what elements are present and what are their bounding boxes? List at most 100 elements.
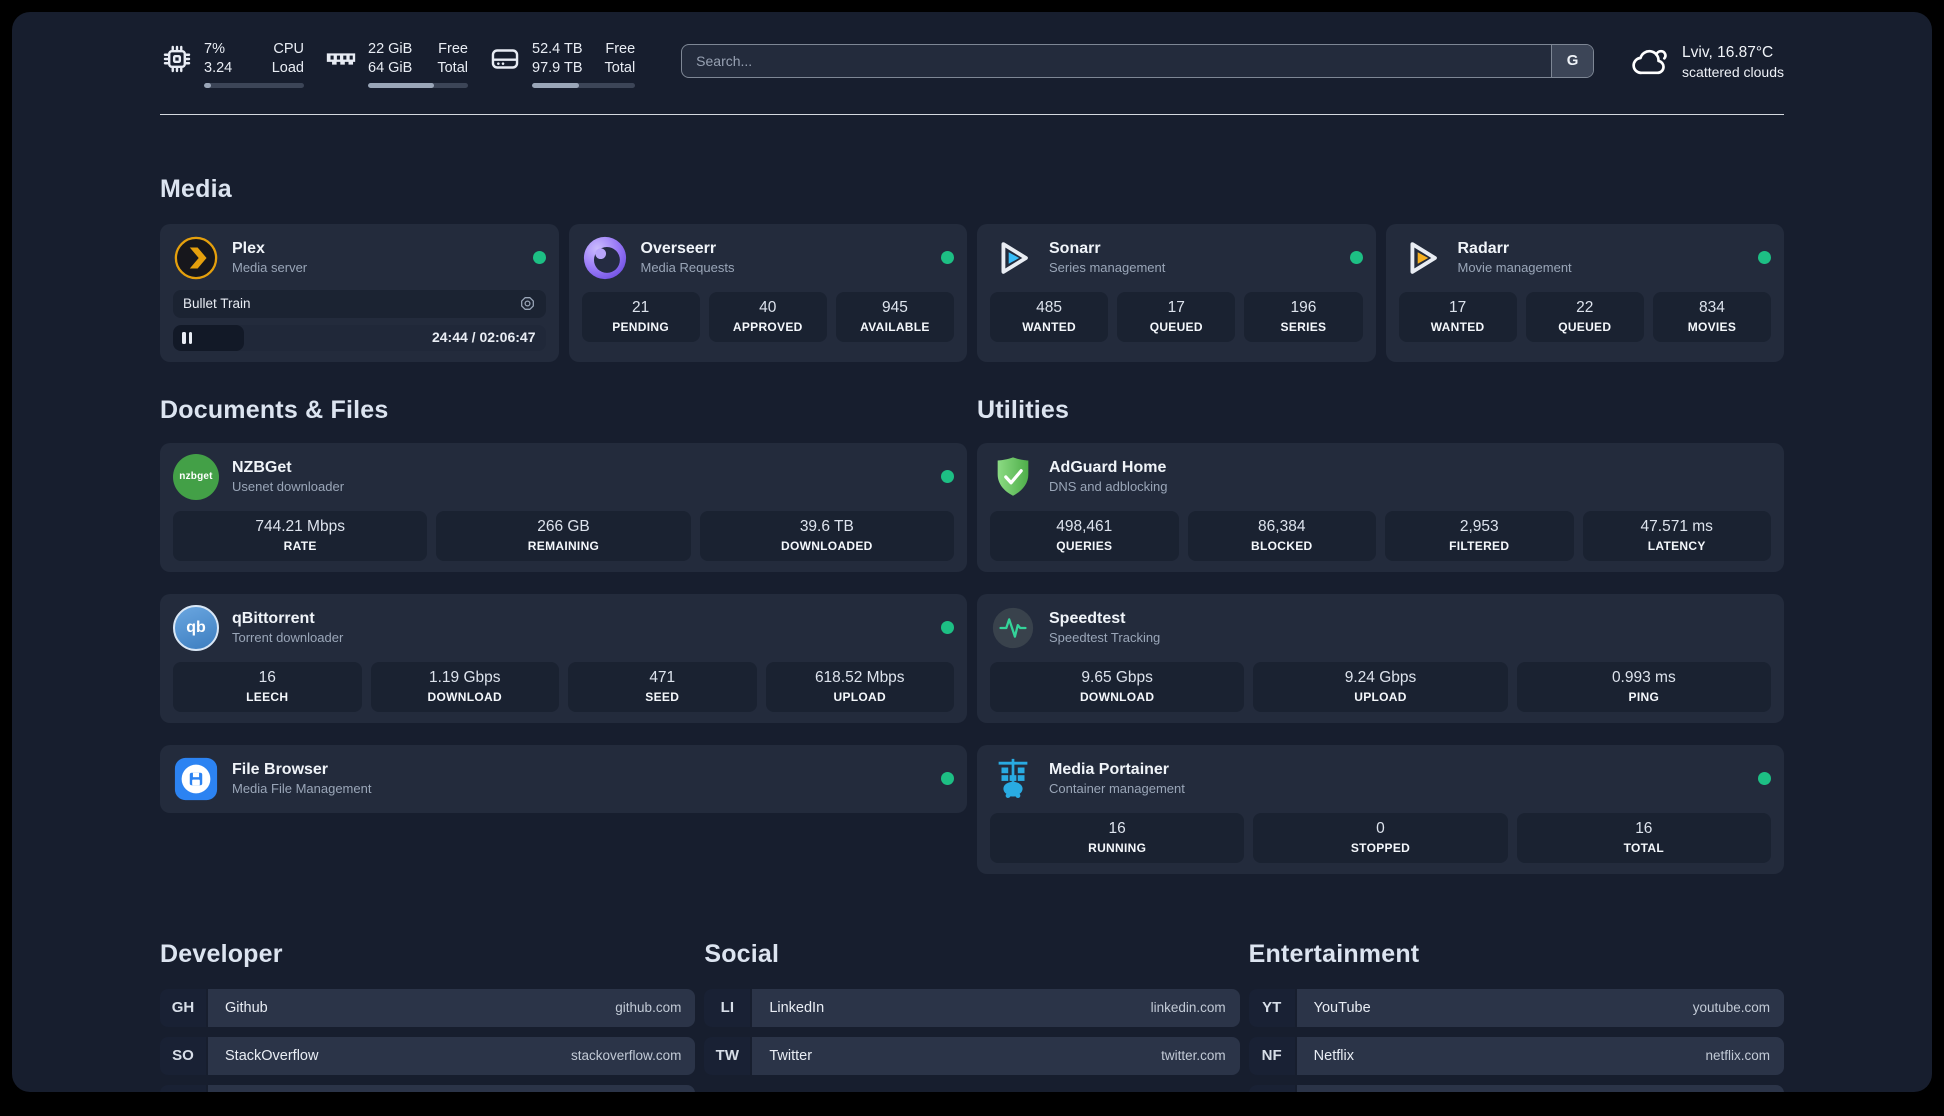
search-bar[interactable]: G [681, 43, 1595, 78]
stat-rate: 744.21 Mbps RATE [173, 510, 428, 561]
disk-free-value: 52.4 TB [532, 41, 583, 57]
bookmark-tag: DT [160, 1084, 206, 1092]
app-description: Speedtest Tracking [1049, 630, 1161, 646]
now-playing-title: Bullet Train [183, 296, 251, 312]
stat-running: 16 RUNNING [990, 812, 1245, 863]
gear-icon[interactable] [519, 295, 536, 312]
app-description: Usenet downloader [232, 479, 345, 495]
ram-total-value: 64 GiB [368, 59, 413, 76]
stat-queued: 17 QUEUED [1117, 291, 1236, 342]
app-description: Container management [1049, 781, 1185, 797]
memory-widget: 22 GiB Free 64 GiB Total [324, 40, 468, 88]
stat-leech: 16 LEECH [173, 661, 362, 712]
bookmark-dev[interactable]: DT DEVdev.to [160, 1084, 696, 1092]
app-name: Sonarr [1049, 240, 1101, 258]
stat-series: 196 SERIES [1244, 291, 1363, 342]
media-grid: Plex Media server Bullet Train 24:44 / 0… [160, 223, 1784, 362]
bookmark-name: StackOverflow [225, 1047, 319, 1064]
now-playing-row: Bullet Train [173, 289, 546, 318]
ram-free-value: 22 GiB [368, 41, 413, 57]
bookmark-name: YouTube [1313, 999, 1371, 1016]
speedtest-icon [990, 605, 1036, 651]
disk-progress-fill [532, 82, 580, 88]
playback-progress-bar[interactable]: 24:44 / 02:06:47 [173, 324, 546, 351]
search-engine-button[interactable]: G [1551, 44, 1594, 77]
app-name: NZBGet [232, 459, 292, 477]
bookmark-reddit[interactable]: RE Redditreddit.com [1248, 1084, 1784, 1092]
app-name: Media Portainer [1049, 761, 1170, 779]
stat-available: 945 AVAILABLE [835, 291, 955, 342]
stat-download: 9.65 Gbps DOWNLOAD [990, 661, 1245, 712]
pause-icon [182, 331, 192, 344]
stat-seed: 471 SEED [568, 661, 757, 712]
radarr-icon [1399, 235, 1445, 281]
app-card-nzbget[interactable]: nzbget NZBGet Usenet downloader 744.21 M… [160, 442, 967, 572]
app-description: Media File Management [232, 781, 372, 797]
stat-queued: 22 QUEUED [1525, 291, 1644, 342]
app-description: Torrent downloader [232, 630, 344, 646]
app-card-radarr[interactable]: Radarr Movie management 17 WANTED 22 QUEUE… [1385, 223, 1784, 362]
stat-pending: 21 PENDING [581, 291, 700, 342]
stat-latency: 47.571 ms LATENCY [1582, 510, 1771, 561]
adguard-icon [990, 454, 1036, 500]
app-card-overseerr[interactable]: Overseerr Media Requests 21 PENDING 40 APP… [568, 223, 967, 362]
disk-free-label: Free [605, 41, 636, 57]
app-card-sonarr[interactable]: Sonarr Series management 485 WANTED 17 QUE… [977, 223, 1376, 362]
bookmark-stackoverflow[interactable]: SO StackOverflow stackoverflow.com [160, 1036, 696, 1075]
stat-remaining: 266 GB REMAINING [436, 510, 691, 561]
bookmark-twitter[interactable]: TW Twitter twitter.com [704, 1036, 1240, 1075]
stat-wanted: 17 WANTED [1398, 291, 1517, 342]
cpu-usage-label: CPU [273, 41, 304, 57]
bookmark-github[interactable]: GH Github github.com [160, 988, 696, 1027]
bookmark-url: stackoverflow.com [571, 1048, 682, 1064]
bookmark-tag: TW [704, 1036, 751, 1075]
app-card-qbittorrent[interactable]: qb qBittorrent Torrent downloader 16 LEEC… [160, 593, 967, 723]
status-indicator [1758, 251, 1771, 265]
plex-icon [173, 235, 219, 281]
bookmark-tag: NF [1248, 1036, 1295, 1075]
section-title-documents: Documents & Files [160, 395, 389, 424]
app-name: AdGuard Home [1049, 459, 1167, 477]
weather-widget: Lviv, 16.87°C scattered clouds [1630, 42, 1784, 82]
bookmark-tag: SO [160, 1036, 206, 1075]
app-card-adguard[interactable]: AdGuard Home DNS and adblocking 498,461 Q… [977, 442, 1784, 572]
bookmark-name: Twitter [769, 1047, 813, 1064]
app-name: File Browser [232, 761, 329, 779]
disk-total-value: 97.9 TB [532, 59, 583, 76]
bookmark-url: linkedin.com [1150, 1000, 1226, 1016]
storage-widget: 52.4 TB Free 97.9 TB Total [488, 40, 636, 88]
app-card-plex[interactable]: Plex Media server Bullet Train 24:44 / 0… [160, 223, 559, 362]
stat-upload: 9.24 Gbps UPLOAD [1253, 661, 1508, 712]
cpu-load-value: 3.24 [204, 59, 233, 76]
bookmark-netflix[interactable]: NF Netflix netflix.com [1248, 1036, 1784, 1075]
cloud-icon [1632, 49, 1667, 75]
disk-progress-bar [532, 82, 636, 88]
bookmark-youtube[interactable]: YT YouTube youtube.com [1248, 988, 1784, 1027]
ram-free-label: Free [438, 41, 468, 57]
app-description: Media Requests [640, 260, 735, 276]
developer-section: Developer GH Github github.com SO StackOv… [160, 939, 696, 1092]
app-card-filebrowser[interactable]: File Browser Media File Management [160, 744, 967, 813]
stat-blocked: 86,384 BLOCKED [1187, 510, 1376, 561]
app-card-speedtest[interactable]: Speedtest Speedtest Tracking 9.65 Gbps DO… [977, 593, 1784, 723]
app-card-portainer[interactable]: Media Portainer Container management 16 R… [977, 744, 1784, 874]
disk-icon [491, 49, 519, 69]
stat-stopped: 0 STOPPED [1253, 812, 1508, 863]
bookmark-tag: LI [704, 988, 751, 1027]
stat-wanted: 485 WANTED [990, 291, 1109, 342]
status-indicator [941, 772, 954, 786]
ram-progress-fill [368, 82, 434, 88]
app-name: Plex [232, 240, 265, 258]
stat-queries: 498,461 QUERIES [990, 510, 1179, 561]
bookmark-url: youtube.com [1692, 1000, 1770, 1016]
status-indicator [941, 251, 954, 265]
search-input[interactable] [682, 44, 1552, 77]
section-title-developer: Developer [160, 939, 283, 968]
section-title-social: Social [704, 939, 780, 968]
header-divider [160, 113, 1784, 115]
cpu-widget: 7% CPU 3.24 Load [160, 40, 304, 88]
playback-time: 24:44 / 02:06:47 [431, 328, 536, 345]
dashboard: 7% CPU 3.24 Load 22 GiB Free 64 GiB Total [12, 12, 1932, 1092]
ram-icon [326, 53, 356, 65]
bookmark-linkedin[interactable]: LI LinkedIn linkedin.com [704, 988, 1240, 1027]
